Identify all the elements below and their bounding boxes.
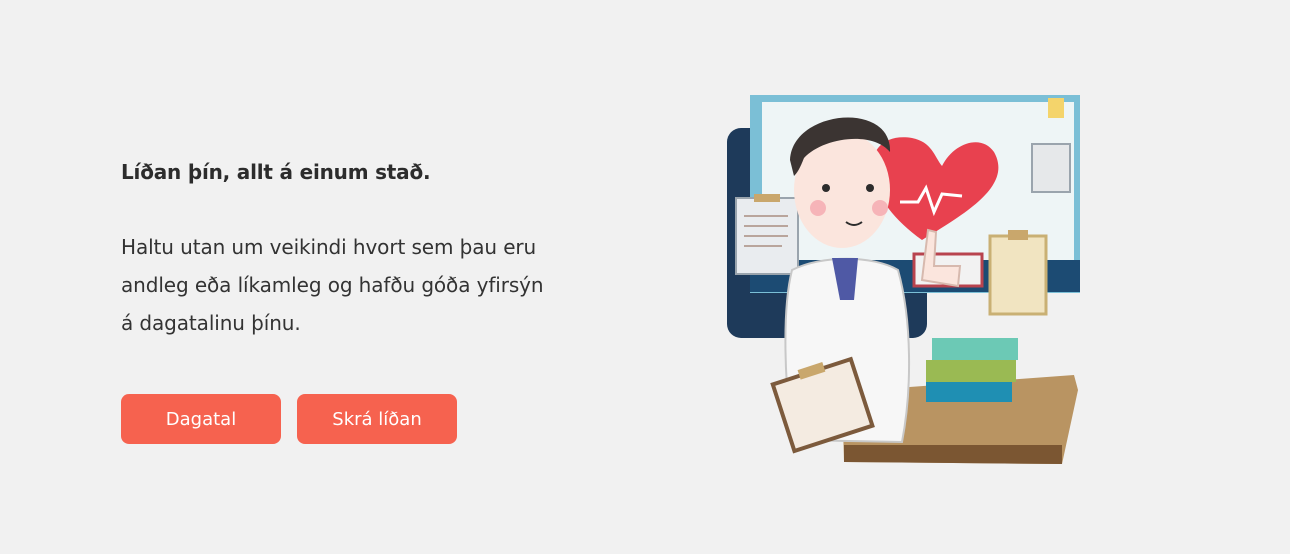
hero-headline: Líðan þín, allt á einum stað. <box>121 160 431 184</box>
hero-section: Líðan þín, allt á einum stað. Haltu utan… <box>0 0 1290 554</box>
log-wellbeing-button[interactable]: Skrá líðan <box>297 394 457 444</box>
calendar-button[interactable]: Dagatal <box>121 394 281 444</box>
doctor-illustration <box>722 90 1084 470</box>
doctor-illustration-svg <box>727 95 1080 464</box>
hero-description: Haltu utan um veikindi hvort sem þau eru… <box>121 235 544 335</box>
hero-text: Líðan þín, allt á einum stað. Haltu utan… <box>121 158 581 335</box>
